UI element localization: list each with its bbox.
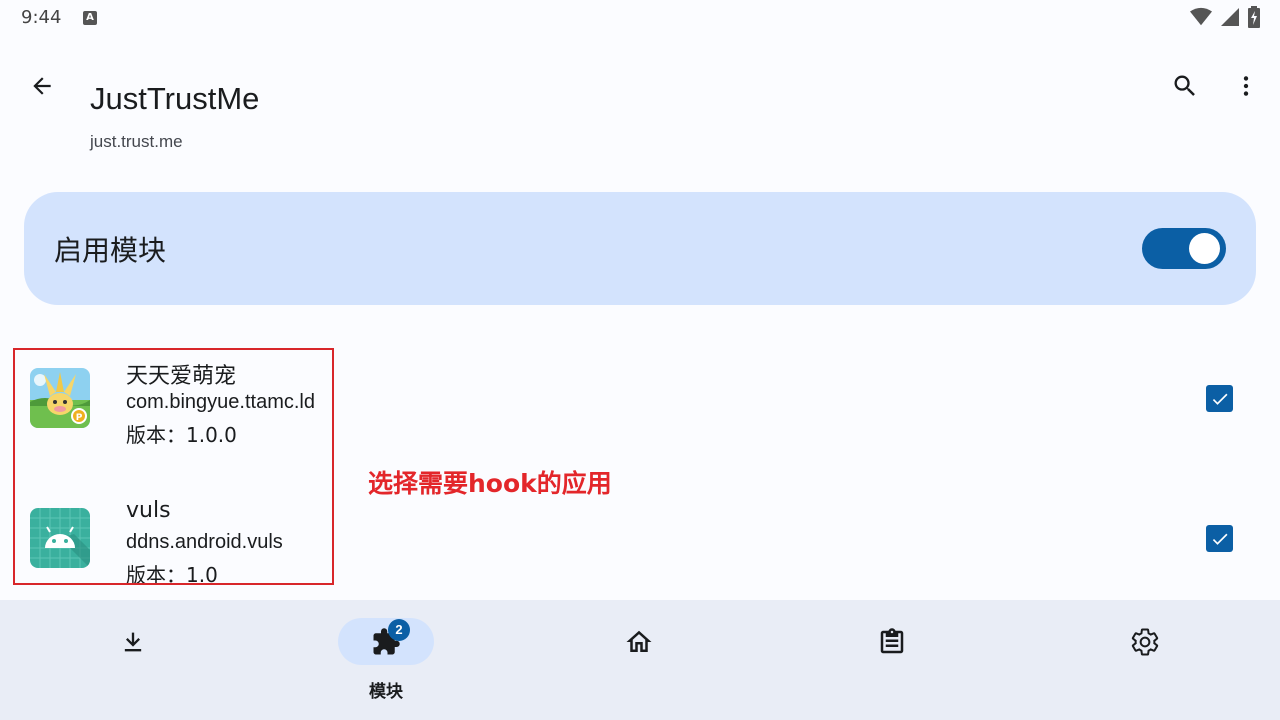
check-icon (1212, 533, 1227, 545)
search-button[interactable] (1163, 64, 1207, 108)
app-checkbox[interactable] (1206, 385, 1233, 412)
nav-pill (844, 618, 940, 665)
annotation-highlight-box (13, 348, 334, 585)
enable-module-card[interactable]: 启用模块 (24, 192, 1256, 305)
nav-label-modules: 模块 (369, 682, 403, 702)
download-icon (124, 632, 142, 651)
more-options-button[interactable] (1226, 64, 1266, 108)
wifi-icon (1190, 7, 1212, 26)
status-icons (1190, 6, 1260, 28)
bottom-navigation: 2 模块 (0, 600, 1280, 720)
page-subtitle: just.trust.me (90, 132, 183, 151)
home-icon (626, 630, 652, 652)
nav-pill (85, 618, 181, 665)
more-vert-icon (1243, 76, 1249, 96)
back-arrow-icon (33, 77, 51, 95)
modules-count-badge: 2 (388, 619, 410, 641)
check-icon (1212, 393, 1227, 405)
switch-thumb (1189, 233, 1220, 264)
page-title: JustTrustMe (90, 81, 260, 116)
signal-icon (1221, 8, 1239, 26)
search-icon (1174, 75, 1195, 96)
app-checkbox[interactable] (1206, 525, 1233, 552)
app-bar: JustTrustMe just.trust.me (0, 52, 1280, 162)
nav-pill (1097, 618, 1193, 665)
enable-module-label: 启用模块 (54, 234, 167, 267)
gear-icon (1131, 628, 1159, 655)
status-time: 9:44 (21, 7, 62, 28)
nav-item-logs[interactable] (812, 600, 972, 720)
nav-pill (591, 618, 687, 665)
clipboard-icon (880, 627, 904, 653)
annotation-text: 选择需要hook的应用 (368, 469, 612, 498)
back-button[interactable] (22, 66, 62, 106)
nav-pill-active: 2 (338, 618, 434, 665)
nav-item-settings[interactable] (1065, 600, 1225, 720)
enable-module-switch[interactable] (1142, 228, 1226, 269)
nav-item-download[interactable] (53, 600, 213, 720)
nav-item-home[interactable] (559, 600, 719, 720)
status-bar: 9:44 A (0, 0, 1280, 36)
nav-item-modules[interactable]: 2 模块 (306, 600, 466, 720)
battery-charging-icon (1248, 6, 1260, 28)
notification-a-icon: A (83, 11, 97, 25)
